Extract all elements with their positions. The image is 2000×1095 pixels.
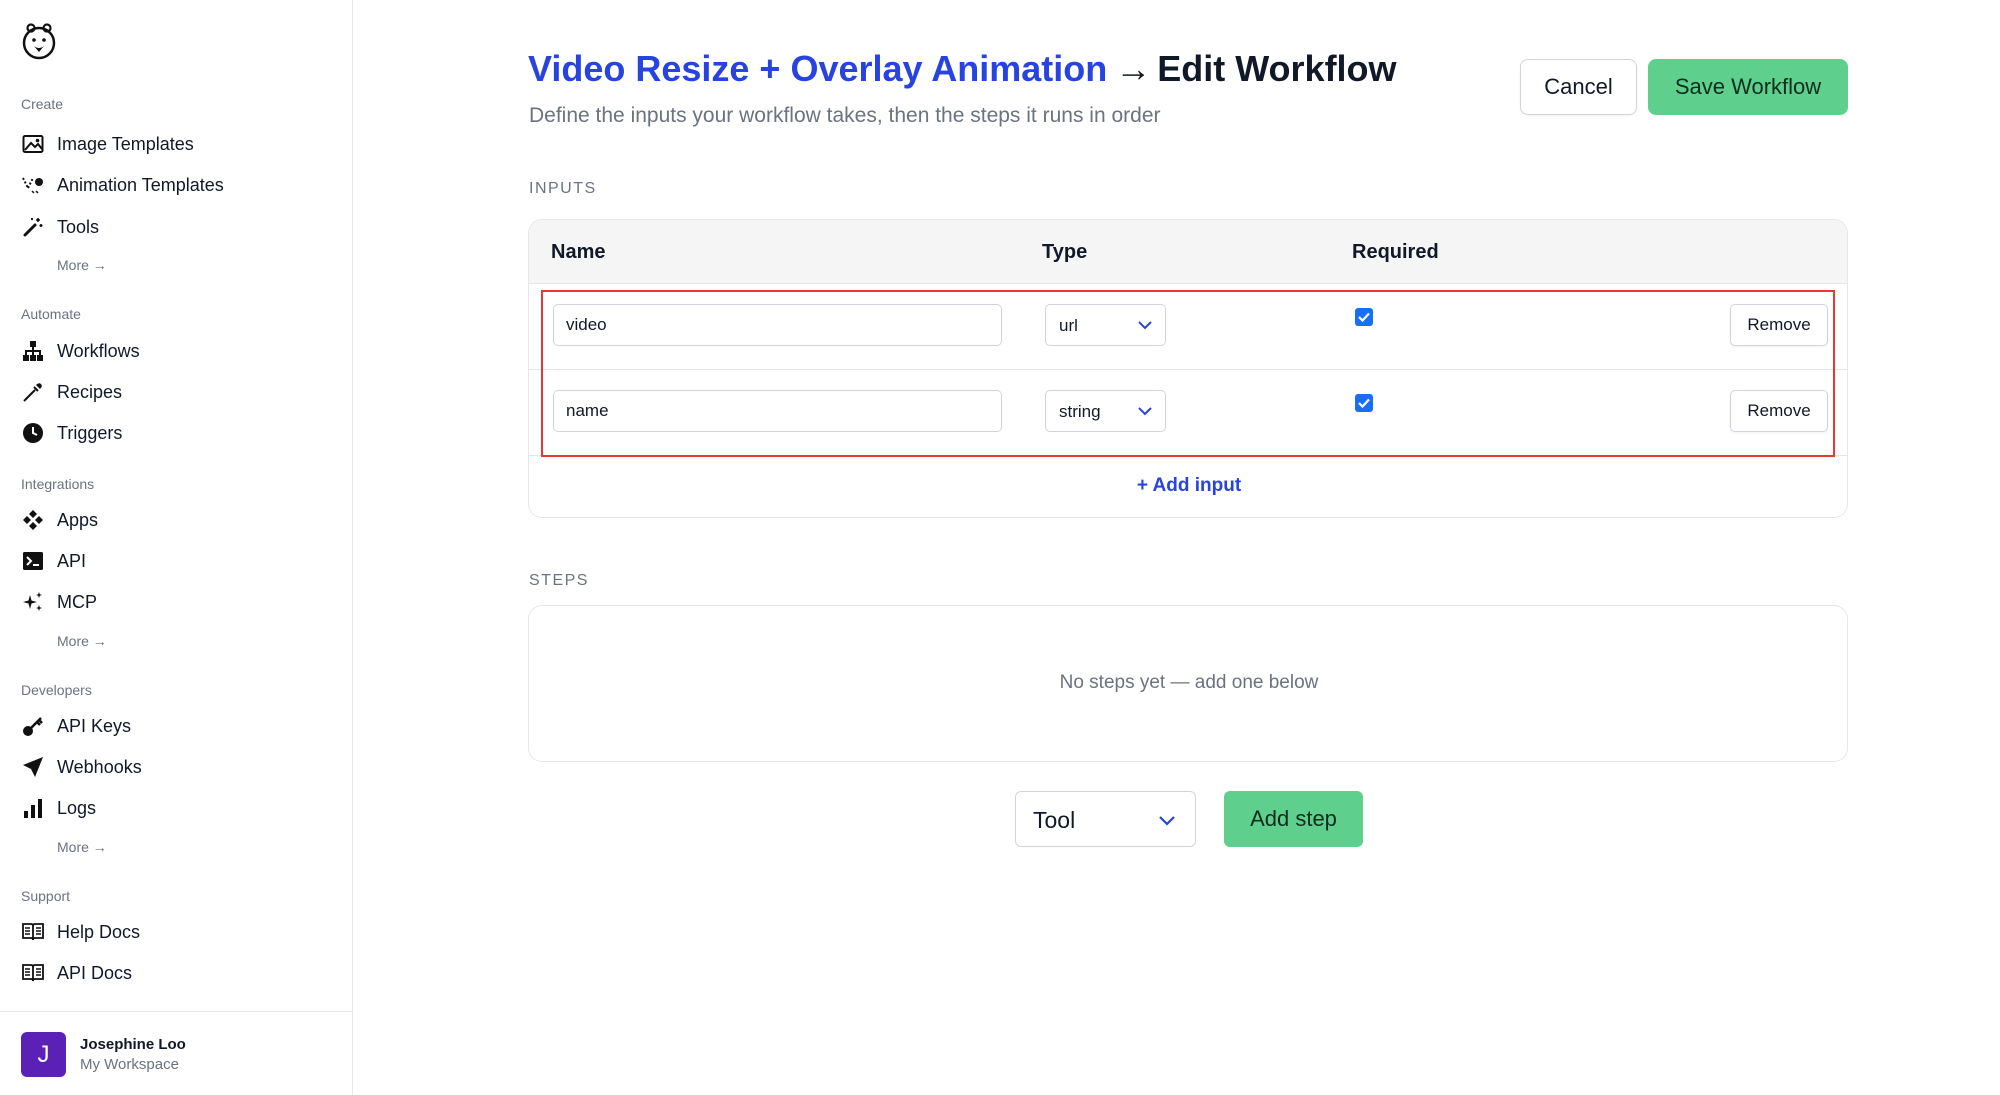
sidebar-item-label: Help Docs [57, 921, 141, 942]
page-subtitle: Define the inputs your workflow takes, t… [529, 104, 1161, 127]
remove-input-button[interactable]: Remove [1730, 304, 1828, 346]
input-name-field[interactable] [553, 304, 1002, 346]
input-type-select[interactable]: url [1045, 304, 1166, 346]
add-step-button[interactable]: Add step [1224, 791, 1363, 847]
add-input-button[interactable]: + Add input [529, 475, 1847, 497]
required-checkbox[interactable] [1355, 394, 1373, 412]
sidebar-item-api[interactable]: API [21, 544, 86, 578]
sidebar-item-tools[interactable]: Tools [21, 210, 99, 244]
more-link-create[interactable]: More → [57, 257, 107, 273]
book-icon [21, 961, 45, 985]
sidebar: Create Image Templates Animation Templat… [0, 0, 353, 1095]
sidebar-item-label: Image Templates [57, 133, 194, 154]
workspace-name: My Workspace [80, 1056, 179, 1073]
column-header-type: Type [1042, 241, 1088, 263]
more-link-developers[interactable]: More → [57, 839, 107, 855]
section-title-integrations: Integrations [21, 476, 95, 492]
chevron-down-icon [1137, 317, 1153, 338]
sidebar-item-image-templates[interactable]: Image Templates [21, 127, 194, 161]
bear-logo-icon[interactable] [20, 18, 58, 62]
sidebar-item-label: Triggers [57, 422, 123, 443]
steps-empty-message: No steps yet — add one below [1059, 672, 1319, 693]
column-header-required: Required [1352, 241, 1439, 263]
chevron-down-icon [1137, 403, 1153, 424]
sidebar-item-label: Webhooks [57, 756, 142, 777]
inputs-table-header: Name Type Required [529, 220, 1847, 284]
sidebar-item-label: API [57, 550, 87, 571]
sidebar-item-help-docs[interactable]: Help Docs [21, 915, 140, 949]
section-title-support: Support [21, 888, 71, 904]
page-name: Edit Workflow [1157, 48, 1397, 89]
more-link-integrations[interactable]: More → [57, 633, 107, 649]
sparkles-icon [21, 590, 45, 614]
step-type-value: Tool [1033, 807, 1076, 833]
sidebar-item-workflows[interactable]: Workflows [21, 334, 140, 368]
clock-icon [21, 421, 45, 445]
sidebar-item-label: Recipes [57, 381, 123, 402]
table-row: url Remove [529, 284, 1847, 370]
send-icon [21, 755, 45, 779]
section-title-create: Create [21, 96, 64, 112]
terminal-icon [21, 549, 45, 573]
page-title: Video Resize + Overlay Animation → Edit Wo… [528, 48, 1397, 90]
key-icon [21, 714, 45, 738]
book-icon [21, 920, 45, 944]
apps-icon [21, 508, 45, 532]
sidebar-item-label: Tools [57, 216, 100, 237]
required-checkbox[interactable] [1355, 308, 1373, 326]
input-type-select[interactable]: string [1045, 390, 1166, 432]
sidebar-item-animation-templates[interactable]: Animation Templates [21, 168, 224, 202]
sidebar-item-api-keys[interactable]: API Keys [21, 709, 131, 743]
remove-input-button[interactable]: Remove [1730, 390, 1828, 432]
inputs-table: Name Type Required url Remove string [528, 219, 1848, 518]
sidebar-item-label: API Keys [57, 715, 132, 736]
sidebar-item-label: Logs [57, 797, 97, 818]
cancel-button[interactable]: Cancel [1520, 59, 1637, 115]
table-row: string Remove [529, 370, 1847, 456]
sidebar-nav: Create Image Templates Animation Templat… [0, 90, 352, 1010]
bar-chart-icon [21, 796, 45, 820]
sidebar-item-label: Animation Templates [57, 174, 224, 195]
magic-wand-icon [21, 215, 45, 239]
user-menu[interactable]: J Josephine Loo My Workspace [0, 1011, 352, 1095]
section-title-automate: Automate [21, 306, 81, 322]
section-title-developers: Developers [21, 682, 92, 698]
save-workflow-button[interactable]: Save Workflow [1648, 59, 1848, 115]
avatar: J [21, 1032, 66, 1077]
sidebar-item-label: API Docs [57, 962, 133, 983]
sidebar-item-logs[interactable]: Logs [21, 791, 96, 825]
user-name: Josephine Loo [80, 1036, 186, 1053]
sidebar-item-label: MCP [57, 591, 97, 612]
sidebar-item-label: Workflows [57, 340, 140, 361]
pipette-icon [21, 380, 45, 404]
chevron-down-icon [1157, 811, 1177, 836]
sidebar-item-webhooks[interactable]: Webhooks [21, 750, 142, 784]
step-type-select[interactable]: Tool [1015, 791, 1196, 847]
sidebar-item-label: Apps [57, 509, 99, 530]
inputs-section-label: INPUTS [529, 180, 597, 197]
steps-panel: No steps yet — add one below [528, 605, 1848, 762]
sidebar-item-apps[interactable]: Apps [21, 503, 98, 537]
workflow-icon [21, 339, 45, 363]
input-type-value: string [1059, 402, 1101, 421]
input-type-value: url [1059, 316, 1078, 335]
column-header-name: Name [551, 241, 606, 263]
image-icon [21, 132, 45, 156]
steps-section-label: STEPS [529, 572, 589, 589]
sidebar-item-mcp[interactable]: MCP [21, 585, 97, 619]
sidebar-item-recipes[interactable]: Recipes [21, 375, 122, 409]
sidebar-item-api-docs[interactable]: API Docs [21, 956, 132, 990]
workflow-name-link[interactable]: Video Resize + Overlay Animation [528, 48, 1107, 89]
sidebar-item-triggers[interactable]: Triggers [21, 416, 122, 450]
breadcrumb-arrow: → [1115, 48, 1152, 89]
input-name-field[interactable] [553, 390, 1002, 432]
animation-icon [21, 173, 45, 197]
